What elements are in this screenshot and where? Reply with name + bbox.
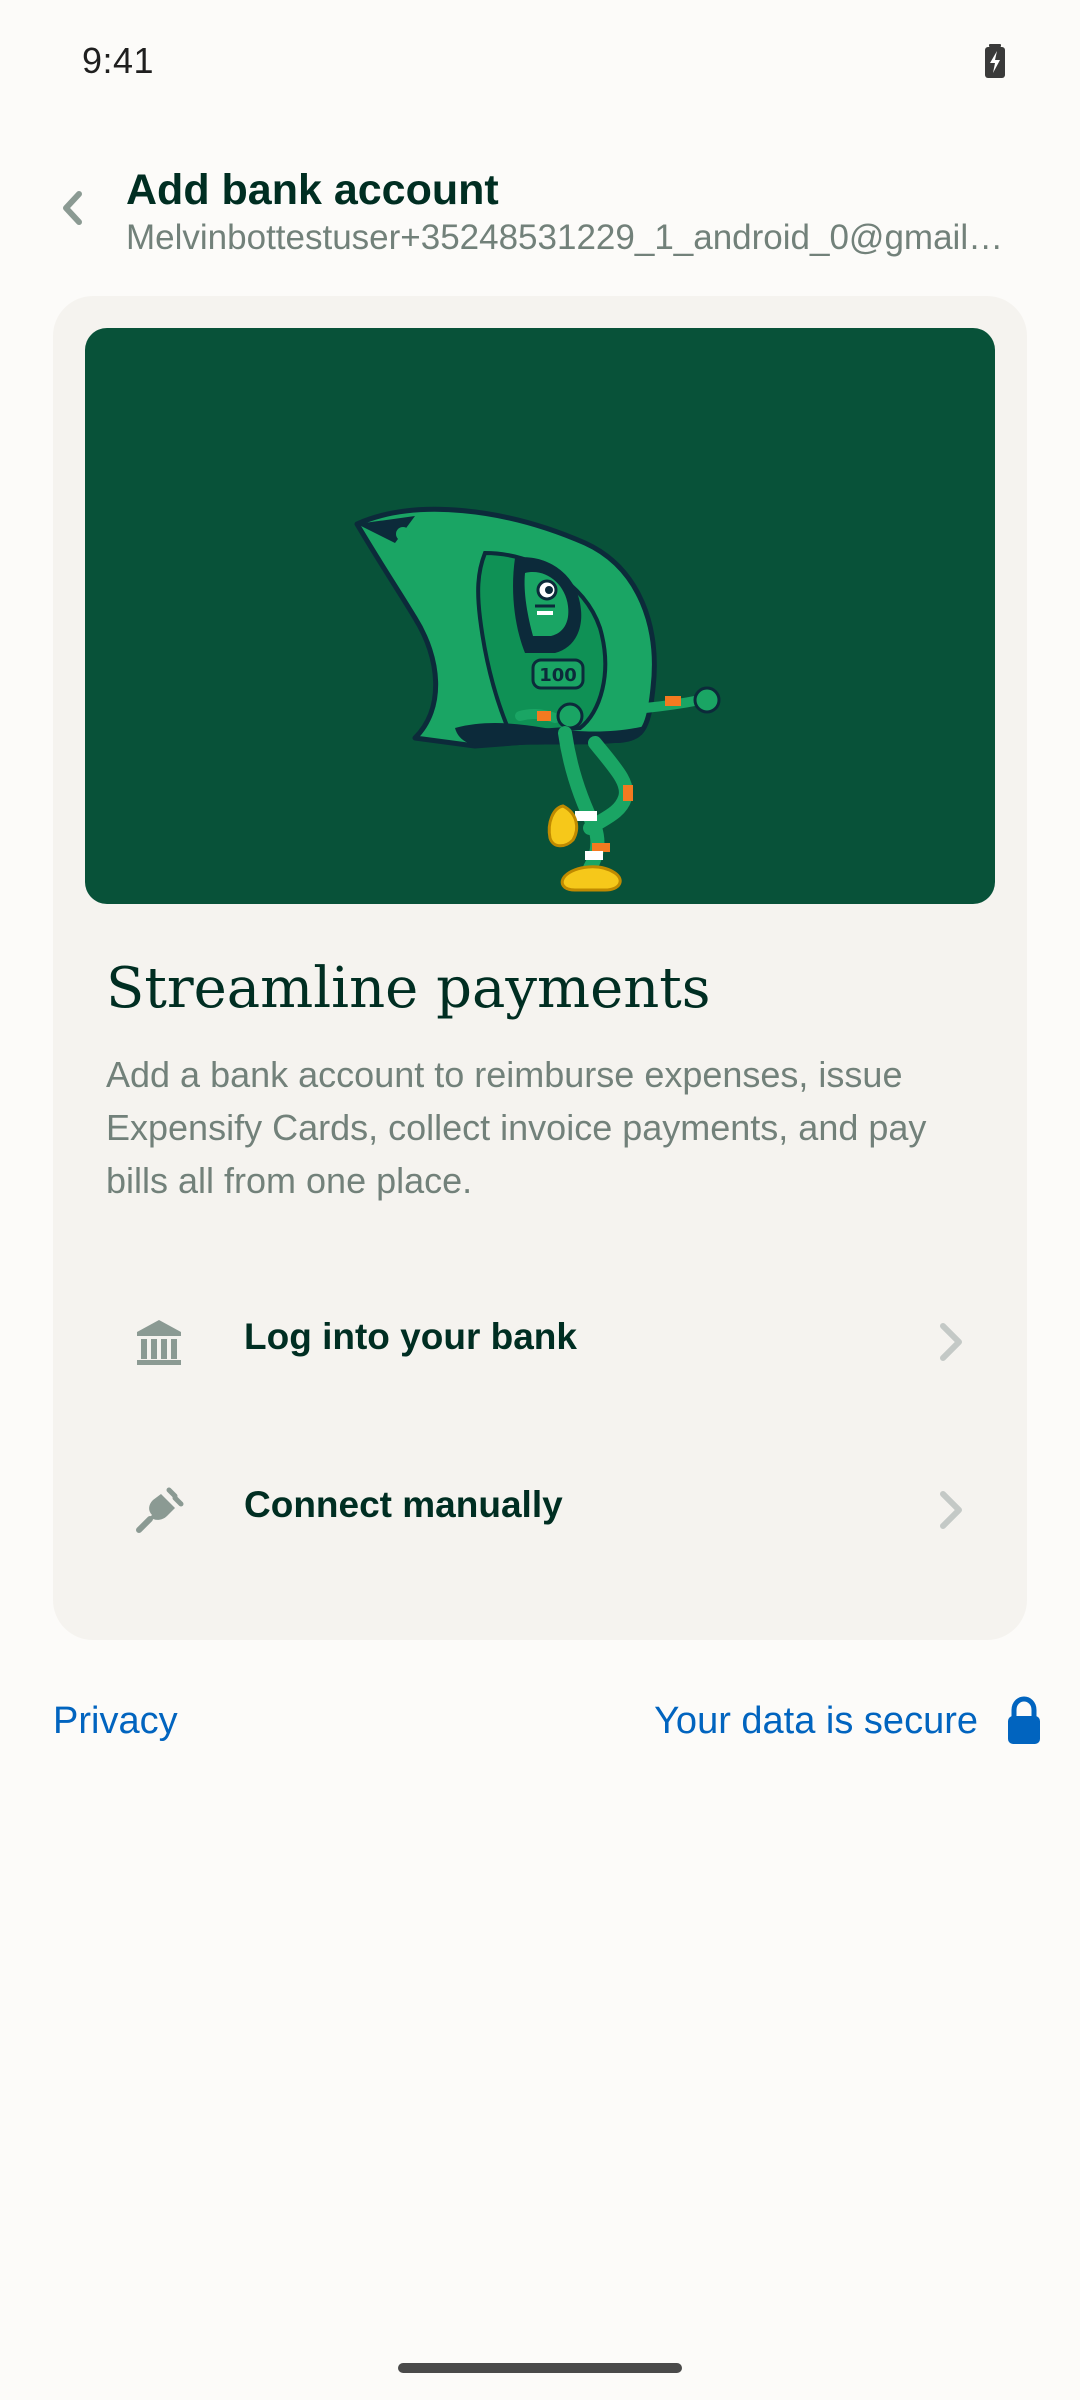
chevron-right-icon [940,1323,962,1361]
log-into-bank-label: Log into your bank [244,1316,577,1357]
bill-denomination: 100 [539,665,577,686]
page-title: Add bank account [126,166,499,214]
card-description: Add a bank account to reimburse expenses… [106,1054,927,1201]
card-title: Streamline payments [106,956,711,1021]
status-bar: 9:41 [0,0,1080,126]
privacy-link[interactable]: Privacy [53,1700,178,1743]
back-button[interactable] [44,180,100,236]
lock-icon[interactable] [1004,1696,1044,1746]
plug-icon [136,1487,184,1533]
hero-banner: 100 [85,328,995,904]
dancing-dollar-bill-illustration: 100 [354,506,721,892]
connect-manually-label: Connect manually [244,1484,563,1525]
chevron-left-icon [63,191,82,225]
log-into-bank-button[interactable]: Log into your bank [53,1264,1027,1414]
chevron-right-icon [940,1491,962,1529]
header: Add bank account Melvinbottestuser+35248… [0,160,1080,270]
status-time: 9:41 [82,40,155,81]
bank-icon [137,1320,181,1365]
account-email: Melvinbottestuser+35248531229_1_android_… [126,218,1006,257]
log-into-bank-option[interactable] [53,1560,1027,1710]
connect-manually-button[interactable]: Connect manually [53,1432,1027,1582]
data-secure-link[interactable]: Your data is secure [654,1700,978,1743]
battery-charging-icon [985,44,1005,78]
home-indicator [398,2363,682,2373]
